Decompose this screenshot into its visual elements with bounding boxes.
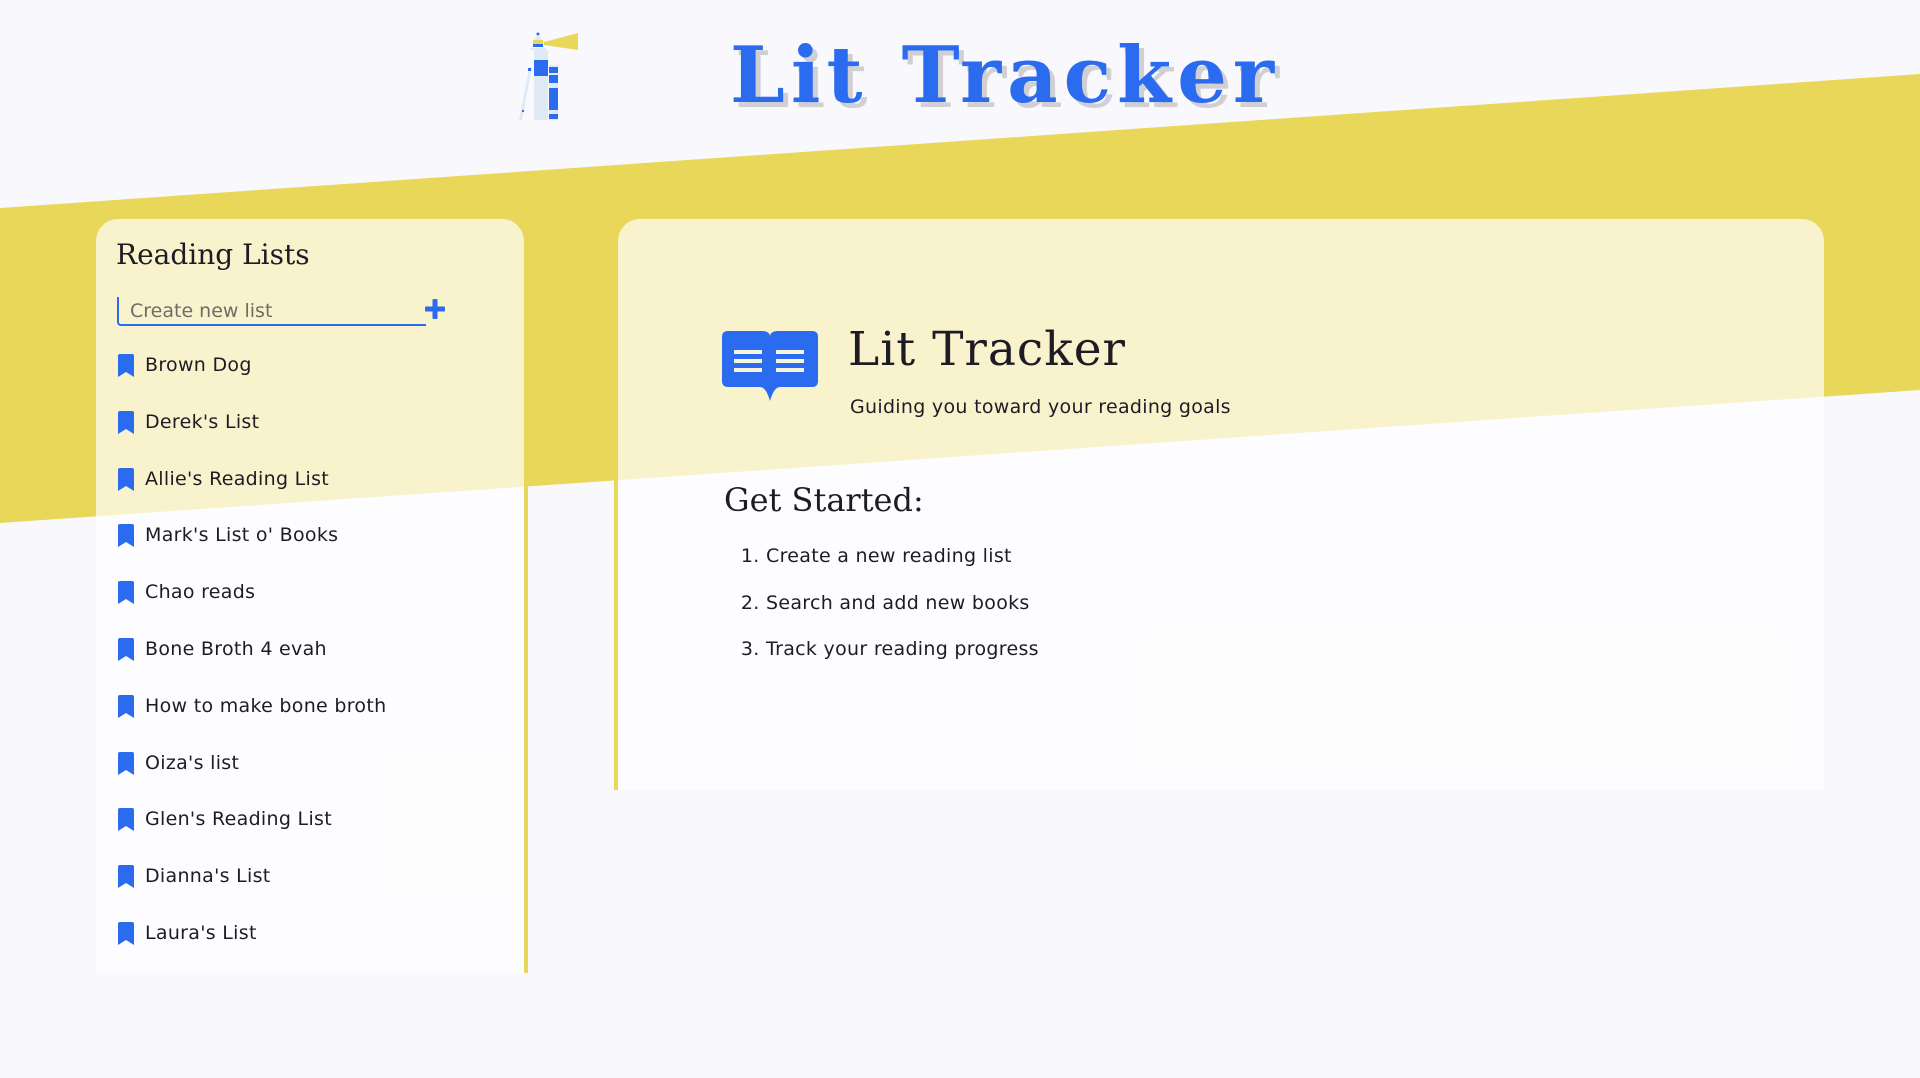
- step-item: Search and add new books: [766, 589, 1039, 636]
- reading-list-label: Oiza's list: [145, 751, 240, 774]
- reading-list-item[interactable]: Bone Broth 4 evah: [117, 635, 386, 692]
- sidebar-title: Reading Lists: [116, 238, 310, 271]
- get-started-heading: Get Started:: [724, 481, 924, 519]
- reading-list-label: Mark's List o' Books: [145, 524, 339, 547]
- reading-list-item[interactable]: Brown Dog: [117, 351, 386, 408]
- new-list-input[interactable]: [119, 297, 426, 324]
- step-item: Track your reading progress: [766, 635, 1039, 682]
- reading-list-item[interactable]: Dianna's List: [117, 862, 386, 919]
- reading-list-item[interactable]: Mark's List o' Books: [117, 521, 386, 578]
- sidebar-divider: [524, 219, 528, 973]
- open-book-icon: [722, 331, 818, 401]
- bookmark-icon: [118, 410, 134, 434]
- bookmark-icon: [118, 865, 134, 889]
- reading-list-item[interactable]: How to make bone broth: [117, 692, 386, 749]
- reading-list-item[interactable]: Derek's List: [117, 408, 386, 465]
- reading-list-label: Bone Broth 4 evah: [145, 637, 327, 660]
- step-item: Create a new reading list: [766, 542, 1039, 589]
- reading-list-label: Laura's List: [145, 921, 257, 944]
- reading-list-item[interactable]: Allie's Reading List: [117, 465, 386, 522]
- new-list-field: [117, 297, 426, 326]
- add-list-button[interactable]: [423, 294, 447, 320]
- reading-list-label: Dianna's List: [145, 865, 271, 888]
- bookmark-icon: [118, 751, 134, 775]
- reading-list-label: Glen's Reading List: [145, 808, 332, 831]
- reading-list-label: Chao reads: [145, 581, 256, 604]
- bookmark-icon: [118, 467, 134, 491]
- bookmark-icon: [118, 694, 134, 718]
- reading-list-label: How to make bone broth: [145, 694, 387, 717]
- bookmark-icon: [118, 808, 134, 832]
- reading-list-label: Brown Dog: [145, 354, 252, 376]
- app-title: Lit Tracker: [730, 30, 1280, 121]
- main-panel-border: [614, 480, 618, 790]
- bookmark-icon: [118, 921, 134, 945]
- reading-list-label: Allie's Reading List: [145, 467, 330, 490]
- tagline: Guiding you toward your reading goals: [850, 396, 1231, 418]
- bookmark-icon: [118, 524, 134, 548]
- reading-list-item[interactable]: Oiza's list: [117, 749, 386, 806]
- reading-list-item[interactable]: Laura's List: [117, 919, 386, 976]
- lighthouse-icon: [519, 32, 578, 120]
- bookmark-icon: [118, 354, 134, 377]
- main-title: Lit Tracker: [848, 322, 1126, 377]
- plus-icon: [425, 299, 445, 319]
- reading-lists: Brown Dog Derek's List Allie's Reading L…: [117, 351, 386, 976]
- get-started-steps: Create a new reading list Search and add…: [766, 542, 1039, 682]
- bookmark-icon: [118, 581, 134, 605]
- reading-list-item[interactable]: Chao reads: [117, 578, 386, 635]
- bookmark-icon: [118, 637, 134, 661]
- reading-list-item[interactable]: Glen's Reading List: [117, 805, 386, 862]
- reading-list-label: Derek's List: [145, 410, 260, 433]
